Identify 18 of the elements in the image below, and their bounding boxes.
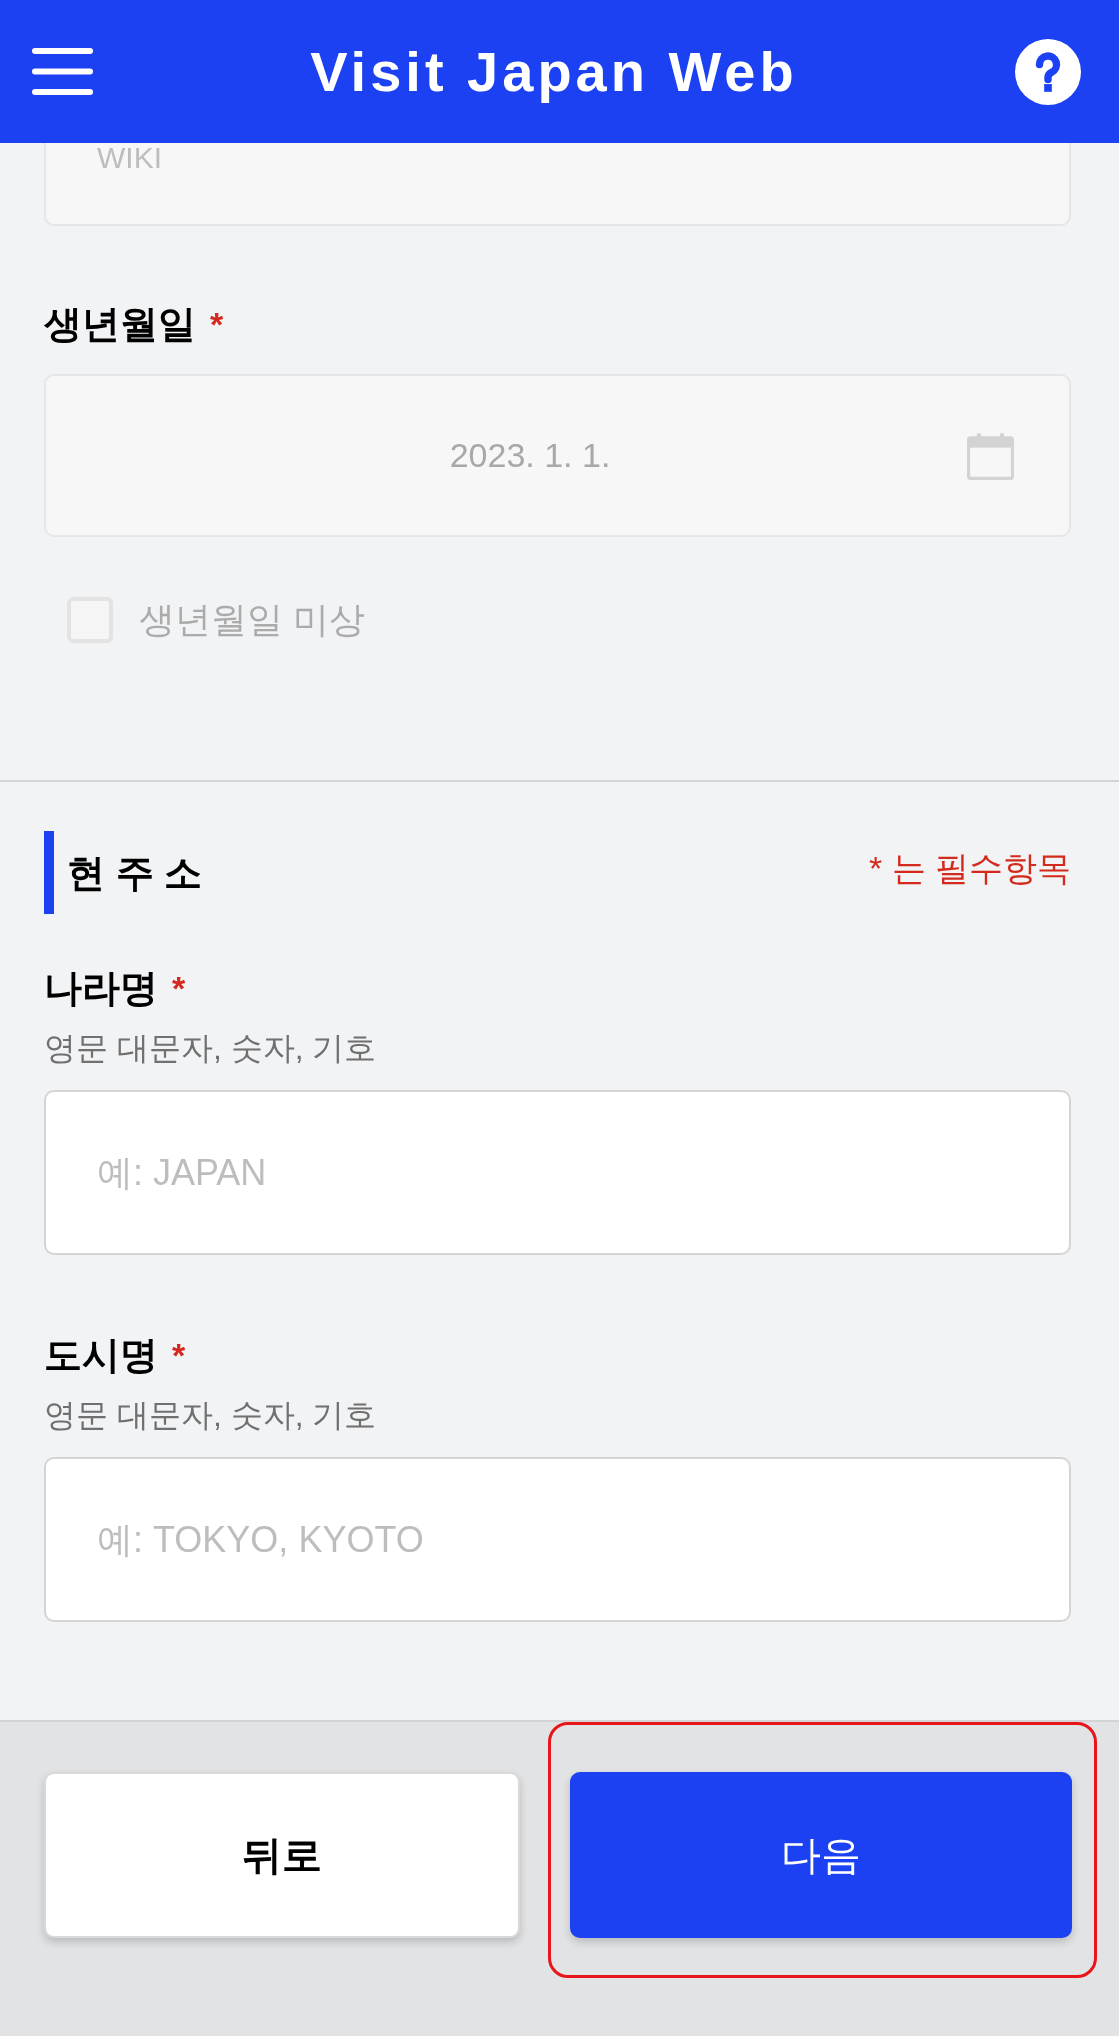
section-title: 현 주 소 [67, 850, 203, 896]
required-asterisk: * [172, 968, 186, 1009]
field-label: 나라명 [44, 966, 158, 1011]
text-field[interactable]: 예: TOKYO, KYOTO [44, 1457, 1071, 1622]
field-label: 생년월일 [44, 302, 196, 347]
field-label: 도시명 [44, 1333, 158, 1378]
required-note: * 는 필수항목 [868, 847, 1071, 889]
calendar-icon [967, 431, 1014, 480]
required-asterisk: * [172, 1335, 186, 1376]
app-title: Visit Japan Web [310, 38, 798, 105]
menu-icon[interactable] [32, 48, 93, 95]
back-button[interactable]: 뒤로 [44, 1772, 520, 1938]
text-field[interactable]: 예: JAPAN [44, 1090, 1071, 1255]
required-asterisk: * [210, 304, 224, 345]
help-icon[interactable] [1015, 38, 1081, 105]
field-hint: 영문 대문자, 숫자, 기호 [44, 1396, 377, 1435]
field-hint: 영문 대문자, 숫자, 기호 [44, 1029, 377, 1068]
next-button[interactable]: 다음 [570, 1772, 1072, 1938]
